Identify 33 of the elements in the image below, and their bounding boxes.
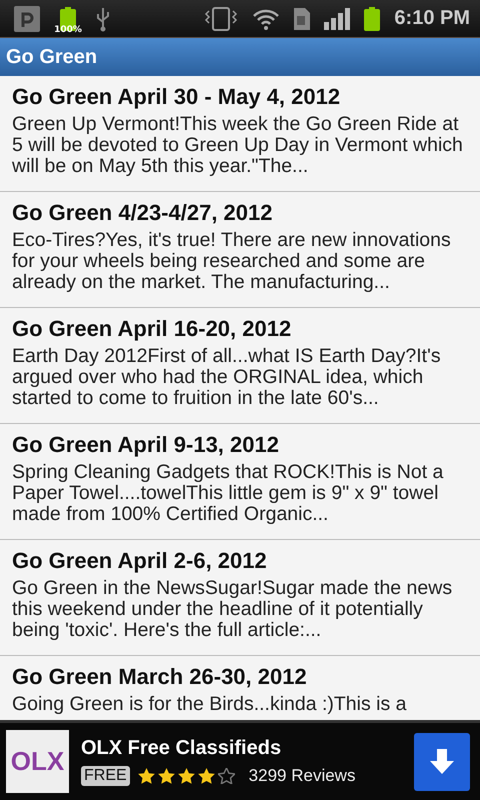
- price-tag: FREE: [81, 766, 130, 786]
- post-excerpt: Green Up Vermont!This week the Go Green Ride at 5 will be devoted to Green Up Day in Vermont which will be on May 5th this year."The...: [12, 114, 464, 177]
- star-icon: [218, 768, 235, 784]
- battery-percent: 100%: [54, 24, 82, 34]
- post-title: Go Green April 30 - May 4, 2012: [12, 84, 342, 110]
- vibrate-icon: [204, 6, 238, 30]
- star-icon: [158, 768, 175, 784]
- star-icon: [198, 768, 215, 784]
- download-button[interactable]: [414, 732, 470, 790]
- signal-icon: [324, 8, 350, 30]
- post-excerpt: Earth Day 2012First of all...what IS Earth Day?It's argued over who had the ORGINAL idea, which started to come to fruition in the late 60's...: [12, 346, 442, 409]
- review-count: 3299 Reviews: [248, 766, 356, 786]
- sim-card-icon: [294, 8, 310, 30]
- download-arrow-icon: [429, 748, 455, 774]
- post-title: Go Green 4/23-4/27, 2012: [12, 200, 274, 226]
- post-excerpt: Eco-Tires?Yes, it's true! There are new innovations for your wheels being researched and some are already on the market. The manufacturing...: [12, 230, 452, 293]
- star-icon: [138, 768, 155, 784]
- post-excerpt: Go Green in the NewsSugar!Sugar made the news this weekend under the headline of it potentially being 'toxic'. Here's the full article:...: [12, 578, 454, 641]
- app-logo: OLX: [6, 730, 69, 793]
- wifi-icon: [252, 8, 280, 30]
- app-title: Go Green: [6, 46, 98, 68]
- post-excerpt: Going Green is for the Birds...kinda :)This is a: [12, 694, 408, 715]
- battery-icon: [364, 6, 380, 30]
- ad-title: OLX Free Classifieds: [81, 737, 282, 760]
- post-excerpt: Spring Cleaning Gadgets that ROCK!This is Not a Paper Towel....towelThis little gem is 9" x 9" towel made from 100% Certified Organic...: [12, 462, 444, 525]
- usb-icon: [96, 6, 110, 32]
- clock: 6:10 PM: [394, 7, 470, 30]
- post-title: Go Green April 16-20, 2012: [12, 316, 292, 342]
- star-icon: [178, 768, 195, 784]
- post-title: Go Green March 26-30, 2012: [12, 664, 308, 690]
- post-title: Go Green April 2-6, 2012: [12, 548, 268, 574]
- post-title: Go Green April 9-13, 2012: [12, 432, 280, 458]
- parking-app-icon: [14, 6, 40, 32]
